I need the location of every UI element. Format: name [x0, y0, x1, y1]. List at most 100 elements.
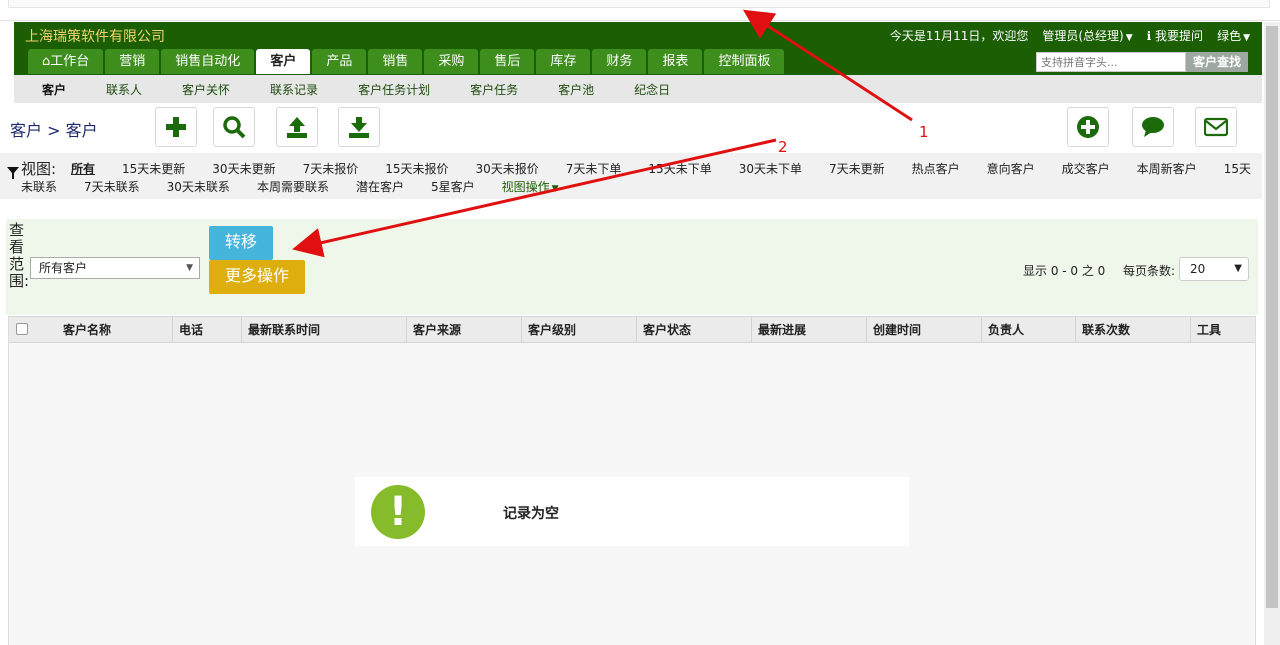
- select-all-checkbox[interactable]: [16, 323, 28, 335]
- more-actions-button[interactable]: 更多操作: [209, 260, 305, 294]
- column-header[interactable]: 客户状态: [636, 317, 691, 343]
- message-button[interactable]: [1132, 107, 1174, 147]
- vertical-scrollbar[interactable]: [1264, 22, 1280, 645]
- column-header[interactable]: 联系次数: [1075, 317, 1130, 343]
- breadcrumb: 客户 > 客户: [10, 121, 98, 140]
- subnav-anniversaries[interactable]: 纪念日: [614, 81, 690, 98]
- subnav-customer-pool[interactable]: 客户池: [538, 81, 614, 98]
- email-button[interactable]: [1195, 107, 1237, 147]
- view-item[interactable]: 本周新客户: [1137, 160, 1197, 177]
- view-item[interactable]: 潜在客户: [356, 178, 404, 195]
- transfer-button[interactable]: 转移: [209, 226, 273, 260]
- subnav-contacts[interactable]: 联系人: [86, 81, 162, 98]
- view-item[interactable]: 7天未下单: [566, 160, 622, 177]
- view-item[interactable]: 7天未更新: [829, 160, 885, 177]
- customer-search-button[interactable]: 客户查找: [1186, 52, 1248, 72]
- column-header[interactable]: 创建时间: [866, 317, 921, 343]
- view-item[interactable]: 5星客户: [431, 178, 475, 195]
- search-button[interactable]: [213, 107, 255, 147]
- pager-info: 显示 0 - 0 之 0: [1023, 264, 1106, 278]
- view-all[interactable]: 所有: [71, 160, 95, 177]
- per-page-select[interactable]: 20 ▼: [1179, 257, 1249, 281]
- subnav-task-plans[interactable]: 客户任务计划: [338, 81, 450, 98]
- annotation-label-1: 1: [919, 123, 929, 141]
- user-menu[interactable]: 管理员(总经理) ▼: [1042, 27, 1132, 44]
- view-item[interactable]: 15天未下单: [648, 160, 711, 177]
- theme-menu[interactable]: 绿色 ▼: [1217, 27, 1250, 44]
- view-item[interactable]: 30天未联系: [167, 178, 230, 195]
- view-item[interactable]: 15天未更新: [122, 160, 185, 177]
- view-filters: 视图: 所有 15天未更新 30天未更新 7天未报价 15天未报价 30天未报价…: [0, 153, 1262, 199]
- help-link[interactable]: ℹ 我要提问: [1147, 27, 1203, 44]
- subnav-care[interactable]: 客户关怀: [162, 81, 250, 98]
- tab-sales[interactable]: 销售: [368, 49, 423, 74]
- view-item[interactable]: 15天未报价: [385, 160, 448, 177]
- export-button[interactable]: [338, 107, 380, 147]
- company-name: 上海瑞策软件有限公司: [25, 29, 165, 45]
- column-header[interactable]: 最新进展: [751, 317, 806, 343]
- column-header[interactable]: 电话: [172, 317, 203, 343]
- column-header[interactable]: 最新联系时间: [241, 317, 320, 343]
- view-item[interactable]: 热点客户: [912, 160, 960, 177]
- subnav-customers[interactable]: 客户: [14, 81, 86, 98]
- sub-nav: 客户 联系人 客户关怀 联系记录 客户任务计划 客户任务 客户池 纪念日: [14, 75, 1262, 103]
- page: 上海瑞策软件有限公司 今天是11月11日，欢迎您 管理员(总经理) ▼ ℹ 我要提…: [0, 0, 1280, 645]
- view-row-1: 所有 15天未更新 30天未更新 7天未报价 15天未报价 30天未报价 7天未…: [71, 160, 1278, 177]
- per-page-label: 每页条数:: [1123, 264, 1176, 278]
- column-header[interactable]: 负责人: [981, 317, 1024, 343]
- view-item[interactable]: 7天未联系: [84, 178, 140, 195]
- view-operations-label: 视图操作: [501, 180, 550, 194]
- scope-select[interactable]: 所有客户 ▼: [30, 257, 200, 279]
- tab-marketing[interactable]: 营销: [105, 49, 160, 74]
- tab-customers[interactable]: 客户: [256, 49, 311, 74]
- view-item[interactable]: 成交客户: [1062, 160, 1110, 177]
- tab-workbench[interactable]: ⌂工作台: [28, 49, 104, 74]
- plus-circle-icon: [1077, 116, 1099, 138]
- chevron-down-icon: ▼: [1125, 33, 1133, 43]
- column-header[interactable]: 客户来源: [406, 317, 461, 343]
- view-item[interactable]: 本周需要联系: [257, 178, 329, 195]
- view-operations-menu[interactable]: 视图操作 ▼: [502, 178, 559, 195]
- chat-icon: [1142, 117, 1164, 137]
- chevron-down-icon: ▼: [186, 263, 193, 273]
- subnav-tasks[interactable]: 客户任务: [450, 81, 538, 98]
- empty-state: ! 记录为空: [355, 477, 909, 546]
- filter-bar: 查看范围: 所有客户 ▼ 转移 更多操作 显示 0 - 0 之 0 每页条数: 2…: [6, 219, 1258, 315]
- import-button[interactable]: [276, 107, 318, 147]
- tab-purchase[interactable]: 采购: [424, 49, 479, 74]
- tab-inventory[interactable]: 库存: [536, 49, 591, 74]
- upload-icon: [287, 117, 307, 138]
- view-item[interactable]: 30天未更新: [212, 160, 275, 177]
- new-record-button[interactable]: [1067, 107, 1109, 147]
- address-bar[interactable]: [8, 0, 1270, 8]
- view-item[interactable]: 30天未下单: [739, 160, 802, 177]
- add-button[interactable]: [155, 107, 197, 147]
- customer-search: 客户查找: [1036, 52, 1248, 72]
- header-right: 今天是11月11日，欢迎您 管理员(总经理) ▼ ℹ 我要提问 绿色 ▼: [890, 27, 1250, 44]
- browser-top-strip: [0, 0, 1280, 21]
- exclamation-icon: !: [371, 485, 425, 539]
- app-header: 上海瑞策软件有限公司 今天是11月11日，欢迎您 管理员(总经理) ▼ ℹ 我要提…: [14, 22, 1262, 75]
- view-item[interactable]: 7天未报价: [303, 160, 359, 177]
- scrollbar-thumb[interactable]: [1266, 26, 1278, 608]
- view-item[interactable]: 30天未报价: [476, 160, 539, 177]
- view-item[interactable]: 15天: [1224, 160, 1251, 177]
- subnav-contact-records[interactable]: 联系记录: [250, 81, 338, 98]
- tab-finance[interactable]: 财务: [592, 49, 647, 74]
- view-item[interactable]: 意向客户: [987, 160, 1035, 177]
- caret-down-icon: ▼: [1234, 263, 1242, 274]
- main-tabs: ⌂工作台 营销 销售自动化 客户 产品 销售 采购 售后 库存 财务 报表 控制…: [28, 49, 785, 74]
- column-header[interactable]: 客户名称: [57, 317, 111, 343]
- table-header: 客户名称 电话 最新联系时间 客户来源 客户级别 客户状态 最新进展 创建时间 …: [9, 316, 1255, 343]
- tab-aftersales[interactable]: 售后: [480, 49, 535, 74]
- tab-products[interactable]: 产品: [312, 49, 367, 74]
- column-header[interactable]: 客户级别: [521, 317, 576, 343]
- view-item[interactable]: 未联系: [21, 178, 57, 195]
- tab-control-panel[interactable]: 控制面板: [704, 49, 785, 74]
- add-icon: [166, 117, 186, 137]
- tab-reports[interactable]: 报表: [648, 49, 703, 74]
- column-header[interactable]: 工具: [1190, 317, 1221, 343]
- tab-sales-automation[interactable]: 销售自动化: [161, 49, 255, 74]
- view-row-2: 未联系 7天未联系 30天未联系 本周需要联系 潜在客户 5星客户 视图操作 ▼: [21, 178, 559, 195]
- search-input[interactable]: [1036, 52, 1186, 72]
